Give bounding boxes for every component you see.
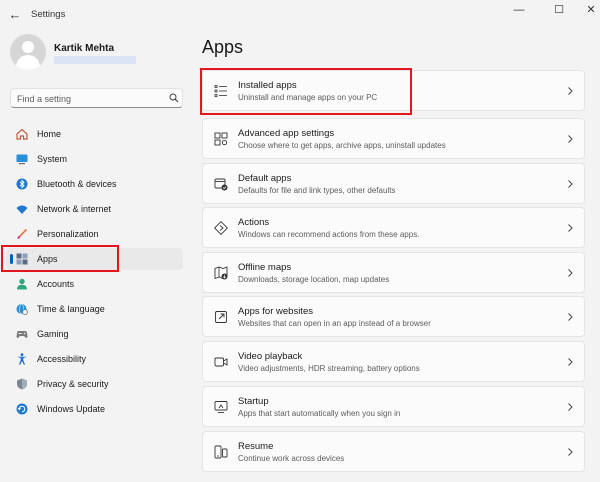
card-title: Installed apps — [238, 80, 297, 91]
search-input[interactable] — [17, 92, 167, 105]
card-description: Video adjustments, HDR streaming, batter… — [238, 364, 420, 373]
card-resume[interactable]: Resume Continue work across devices — [202, 431, 585, 472]
sidebar-item-label: Personalization — [37, 229, 99, 239]
update-icon — [16, 403, 28, 415]
bluetooth-icon — [16, 178, 28, 190]
user-name: Kartik Mehta — [54, 43, 115, 54]
app-title: Settings — [31, 9, 66, 20]
back-arrow-icon[interactable]: ← — [8, 8, 22, 22]
sidebar-item-windows-update[interactable]: Windows Update — [6, 398, 183, 420]
sidebar-item-label: Windows Update — [37, 404, 106, 414]
card-description: Continue work across devices — [238, 454, 345, 463]
minimize-button[interactable]: — — [507, 3, 531, 17]
sidebar-item-apps[interactable]: Apps — [6, 248, 183, 270]
accounts-icon — [17, 278, 27, 290]
chevron-right-icon — [568, 358, 573, 366]
card-title: Startup — [238, 396, 269, 407]
actions-icon — [214, 221, 228, 235]
title-bar: ← Settings — ☐ ✕ — [0, 0, 600, 30]
card-description: Defaults for file and link types, other … — [238, 186, 396, 195]
chevron-right-icon — [568, 403, 573, 411]
card-apps-for-websites[interactable]: Apps for websites Websites that can open… — [202, 296, 585, 337]
card-title: Offline maps — [238, 262, 292, 273]
card-description: Apps that start automatically when you s… — [238, 409, 401, 418]
sidebar-item-label: Privacy & security — [37, 379, 109, 389]
sidebar-item-label: Time & language — [37, 304, 105, 314]
sidebar-item-home[interactable]: Home — [6, 123, 183, 145]
selected-indicator — [10, 254, 13, 264]
chevron-right-icon — [568, 135, 573, 143]
sidebar-item-accounts[interactable]: Accounts — [6, 273, 183, 295]
brush-icon — [17, 228, 28, 239]
card-actions[interactable]: Actions Windows can recommend actions fr… — [202, 207, 585, 248]
sidebar-item-time-language[interactable]: Time & language — [6, 298, 183, 320]
card-video-playback[interactable]: Video playback Video adjustments, HDR st… — [202, 341, 585, 382]
card-advanced-app-settings[interactable]: Advanced app settings Choose where to ge… — [202, 118, 585, 159]
sidebar-item-gaming[interactable]: Gaming — [6, 323, 183, 345]
avatar[interactable] — [10, 34, 46, 70]
sidebar-item-label: Apps — [37, 254, 58, 264]
sidebar-item-label: Home — [37, 129, 62, 139]
startup-icon — [214, 401, 228, 413]
maximize-button[interactable]: ☐ — [547, 3, 571, 17]
shield-icon — [17, 378, 27, 390]
chevron-right-icon — [568, 87, 573, 95]
card-startup[interactable]: Startup Apps that start automatically wh… — [202, 386, 585, 427]
card-title: Actions — [238, 217, 270, 228]
sidebar-item-network[interactable]: Network & internet — [6, 198, 183, 220]
close-button[interactable]: ✕ — [579, 3, 600, 17]
apps-icon — [16, 253, 28, 265]
sidebar-item-label: Accounts — [37, 279, 75, 289]
home-icon — [16, 128, 28, 140]
avatar-body — [16, 55, 40, 70]
globe-clock-icon — [16, 303, 28, 315]
sidebar-item-label: System — [37, 154, 68, 164]
card-description: Websites that can open in an app instead… — [238, 319, 431, 328]
card-title: Advanced app settings — [238, 128, 335, 139]
sidebar-item-label: Gaming — [37, 329, 69, 339]
user-email-redacted — [54, 56, 136, 64]
card-default-apps[interactable]: Default apps Defaults for file and link … — [202, 163, 585, 204]
sidebar-item-label: Bluetooth & devices — [37, 179, 117, 189]
card-title: Apps for websites — [238, 306, 313, 317]
gamepad-icon — [16, 331, 28, 338]
sidebar-item-accessibility[interactable]: Accessibility — [6, 348, 183, 370]
card-title: Video playback — [238, 351, 303, 362]
card-installed-apps[interactable]: Installed apps Uninstall and manage apps… — [202, 70, 585, 111]
card-description: Uninstall and manage apps on your PC — [238, 93, 378, 102]
sidebar-item-system[interactable]: System — [6, 148, 183, 170]
accessibility-icon — [17, 353, 27, 365]
installed-apps-icon — [214, 85, 227, 97]
search-box[interactable] — [10, 88, 183, 108]
default-apps-icon — [214, 178, 228, 191]
chevron-right-icon — [568, 448, 573, 456]
card-title: Default apps — [238, 173, 292, 184]
video-icon — [214, 357, 228, 367]
card-description: Downloads, storage location, map updates — [238, 275, 390, 284]
card-description: Choose where to get apps, archive apps, … — [238, 141, 446, 150]
advanced-apps-icon — [214, 132, 228, 146]
chevron-right-icon — [568, 224, 573, 232]
sidebar-item-privacy[interactable]: Privacy & security — [6, 373, 183, 395]
card-offline-maps[interactable]: Offline maps Downloads, storage location… — [202, 252, 585, 293]
system-icon — [16, 154, 28, 165]
wifi-icon — [16, 205, 28, 214]
map-icon — [214, 266, 228, 280]
sidebar-item-bluetooth[interactable]: Bluetooth & devices — [6, 173, 183, 195]
chevron-right-icon — [568, 313, 573, 321]
avatar-head — [22, 41, 34, 53]
card-title: Resume — [238, 441, 274, 452]
sidebar-item-label: Accessibility — [37, 354, 87, 364]
open-external-icon — [215, 311, 227, 323]
page-title: Apps — [202, 37, 244, 57]
card-description: Windows can recommend actions from these… — [238, 230, 420, 239]
chevron-right-icon — [568, 269, 573, 277]
search-icon[interactable] — [169, 93, 179, 103]
resume-icon — [214, 445, 228, 459]
sidebar-item-personalization[interactable]: Personalization — [6, 223, 183, 245]
chevron-right-icon — [568, 180, 573, 188]
sidebar-item-label: Network & internet — [37, 204, 112, 214]
